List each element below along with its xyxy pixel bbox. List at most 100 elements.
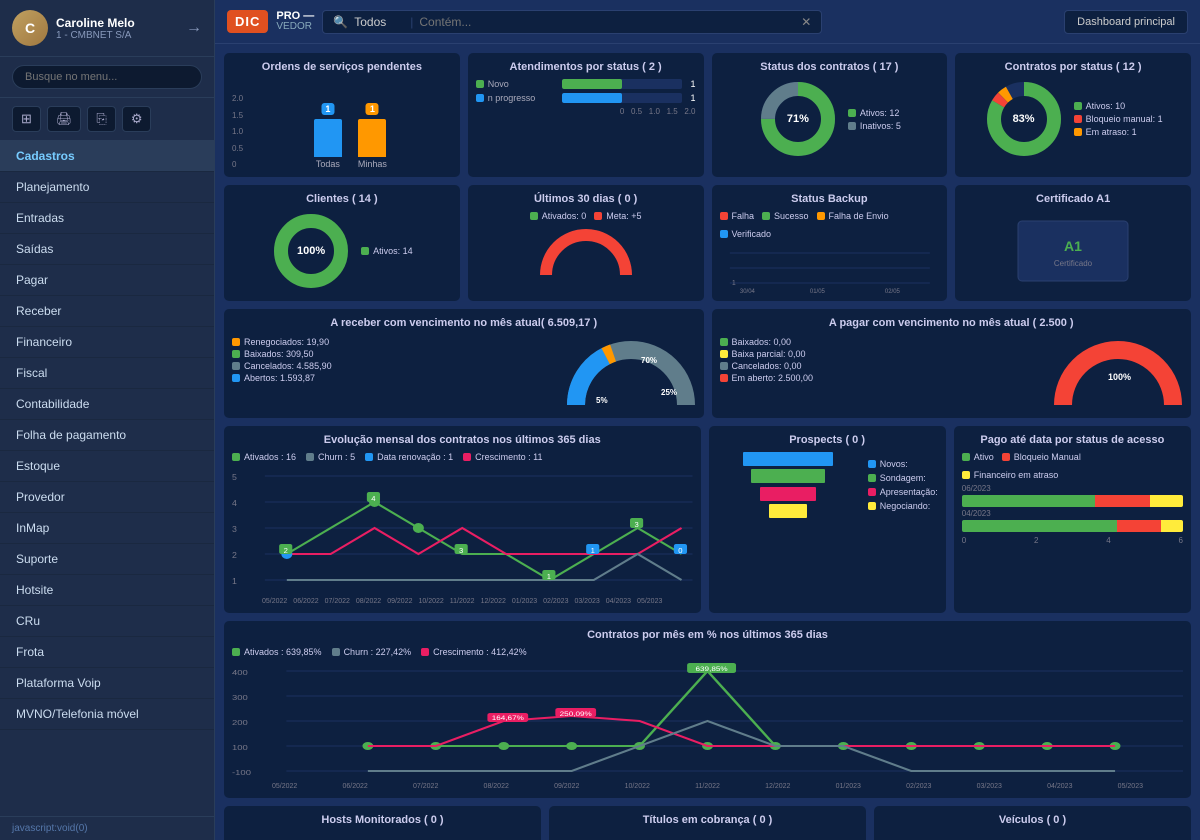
widget-veiculos: Veículos ( 0 ) <box>873 805 1192 840</box>
sidebar-item-provedor[interactable]: Provedor <box>0 482 214 513</box>
sidebar-header: C Caroline Melo 1 - CMBNET S/A → <box>0 0 214 57</box>
pago-data-bar2 <box>962 520 1183 532</box>
sidebar-item-pagar[interactable]: Pagar <box>0 265 214 296</box>
widget-ordens-pendentes: Ordens de serviços pendentes 2.01.51.00.… <box>223 52 461 178</box>
svg-text:250,09%: 250,09% <box>560 711 593 718</box>
sidebar-item-voip[interactable]: Plataforma Voip <box>0 668 214 699</box>
row3: A receber com vencimento no mês atual( 6… <box>223 308 1192 419</box>
widget-prospects: Prospects ( 0 ) Novos: Sondagem: Apr <box>708 425 947 614</box>
server-icon <box>232 832 533 840</box>
user-sub: 1 - CMBNET S/A <box>56 30 135 41</box>
sidebar-item-cadastros[interactable]: Cadastros <box>0 141 214 172</box>
sidebar-item-folha[interactable]: Folha de pagamento <box>0 420 214 451</box>
avatar: C <box>12 10 48 46</box>
pro-vedor-logo: PRO — VEDOR <box>276 11 314 32</box>
sidebar-item-entradas[interactable]: Entradas <box>0 203 214 234</box>
svg-text:25%: 25% <box>661 388 677 397</box>
logout-icon[interactable]: → <box>186 19 202 37</box>
svg-text:5%: 5% <box>596 396 608 405</box>
row1: Ordens de serviços pendentes 2.01.51.00.… <box>223 52 1192 178</box>
widget-titulos: Títulos em cobrança ( 0 ) $ <box>548 805 867 840</box>
widget-contratos-pct: Contratos por mês em % nos últimos 365 d… <box>223 620 1192 799</box>
search-icon: 🔍 <box>333 15 348 29</box>
svg-text:01/05: 01/05 <box>809 289 825 293</box>
sidebar-item-mvno[interactable]: MVNO/Telefonia móvel <box>0 699 214 730</box>
search-clear-icon[interactable]: ✕ <box>801 15 811 29</box>
row6: Hosts Monitorados ( 0 ) Títulos em cobra… <box>223 805 1192 840</box>
vedor-text: VEDOR <box>276 22 314 32</box>
sidebar-item-estoque[interactable]: Estoque <box>0 451 214 482</box>
svg-text:70%: 70% <box>641 356 657 365</box>
svg-text:100: 100 <box>232 743 248 751</box>
search-content-input[interactable] <box>419 15 795 29</box>
topbar-search[interactable]: 🔍 | ✕ <box>322 10 822 34</box>
search-input[interactable] <box>12 65 202 89</box>
prospects-title: Prospects ( 0 ) <box>717 434 938 446</box>
svg-text:30/04: 30/04 <box>739 289 755 293</box>
status-contratos-percent: 71% <box>787 113 809 125</box>
sidebar-item-contabilidade[interactable]: Contabilidade <box>0 389 214 420</box>
svg-text:100%: 100% <box>1108 372 1131 382</box>
svg-text:4: 4 <box>371 494 375 503</box>
widget-evolucao: Evolução mensal dos contratos nos último… <box>223 425 702 614</box>
pago-data-bar1 <box>962 495 1183 507</box>
svg-text:4: 4 <box>232 498 237 508</box>
search-all-input[interactable] <box>354 15 404 29</box>
svg-text:A1: A1 <box>1064 238 1082 254</box>
contratos-pct-title: Contratos por mês em % nos últimos 365 d… <box>232 629 1183 641</box>
widget-pago-data: Pago até data por status de acesso Ativo… <box>953 425 1192 614</box>
atendimentos-title: Atendimentos por status ( 2 ) <box>476 61 696 73</box>
user-details: Caroline Melo 1 - CMBNET S/A <box>56 16 135 41</box>
legend-atraso12: Em atraso: 1 <box>1086 127 1137 137</box>
user-info: C Caroline Melo 1 - CMBNET S/A <box>12 10 135 46</box>
car-icon <box>882 832 1183 840</box>
sidebar-item-inmap[interactable]: InMap <box>0 513 214 544</box>
clientes-title: Clientes ( 14 ) <box>232 193 452 205</box>
widget-clientes: Clientes ( 14 ) 100% Ativos: 14 <box>223 184 461 302</box>
sidebar-item-financeiro[interactable]: Financeiro <box>0 327 214 358</box>
svg-text:1: 1 <box>731 280 735 287</box>
toolbar-print-btn[interactable]: 🖨 <box>47 106 82 132</box>
invoice-icon: $ <box>557 832 858 840</box>
dashboard: Ordens de serviços pendentes 2.01.51.00.… <box>215 44 1200 840</box>
sidebar-item-hotsite[interactable]: Hotsite <box>0 575 214 606</box>
dashboard-label[interactable]: Dashboard principal <box>1064 10 1188 34</box>
hosts-title: Hosts Monitorados ( 0 ) <box>232 814 533 826</box>
sidebar-toolbar: ⊞ 🖨 ⎘ ⚙ <box>0 98 214 141</box>
ultimos30-title: Últimos 30 dias ( 0 ) <box>476 193 696 205</box>
svg-text:5: 5 <box>232 472 237 482</box>
svg-text:1: 1 <box>591 546 595 555</box>
svg-text:2: 2 <box>284 546 288 555</box>
sidebar-item-planejamento[interactable]: Planejamento <box>0 172 214 203</box>
svg-text:3: 3 <box>634 520 638 529</box>
svg-text:639,85%: 639,85% <box>696 666 729 673</box>
sidebar-item-fiscal[interactable]: Fiscal <box>0 358 214 389</box>
widget-ultimos30: Últimos 30 dias ( 0 ) Ativados: 0 Meta: … <box>467 184 705 302</box>
sidebar-item-cru[interactable]: CRu <box>0 606 214 637</box>
row4: Evolução mensal dos contratos nos último… <box>223 425 1192 614</box>
certificado-title: Certificado A1 <box>963 193 1183 205</box>
toolbar-grid-btn[interactable]: ⊞ <box>12 106 41 132</box>
sidebar-item-suporte[interactable]: Suporte <box>0 544 214 575</box>
titulos-title: Títulos em cobrança ( 0 ) <box>557 814 858 826</box>
row5: Contratos por mês em % nos últimos 365 d… <box>223 620 1192 799</box>
widget-status-backup: Status Backup Falha Sucesso Falha de Env… <box>711 184 949 302</box>
prospects-funnel <box>743 452 833 518</box>
clientes-donut: 100% <box>271 211 351 291</box>
logo-box: DIC <box>227 10 268 33</box>
widget-contratos-status12: Contratos por status ( 12 ) 83% Ativos: … <box>954 52 1192 178</box>
status-contratos-donut: 71% <box>758 79 838 159</box>
toolbar-share-btn[interactable]: ⎘ <box>87 106 115 132</box>
legend-ativos12: Ativos: 10 <box>1086 101 1126 111</box>
sidebar-item-saidas[interactable]: Saídas <box>0 234 214 265</box>
widget-a-pagar: A pagar com vencimento no mês atual ( 2.… <box>711 308 1193 419</box>
toolbar-settings-btn[interactable]: ⚙ <box>122 106 152 132</box>
contratos-status12-title: Contratos por status ( 12 ) <box>963 61 1183 73</box>
topbar: DIC PRO — VEDOR 🔍 | ✕ Dashboard principa… <box>215 0 1200 44</box>
svg-text:0: 0 <box>678 546 682 555</box>
svg-text:3: 3 <box>232 524 237 534</box>
legend-bloqueio12: Bloqueio manual: 1 <box>1086 114 1163 124</box>
svg-text:1: 1 <box>547 572 551 581</box>
sidebar-item-frota[interactable]: Frota <box>0 637 214 668</box>
sidebar-item-receber[interactable]: Receber <box>0 296 214 327</box>
